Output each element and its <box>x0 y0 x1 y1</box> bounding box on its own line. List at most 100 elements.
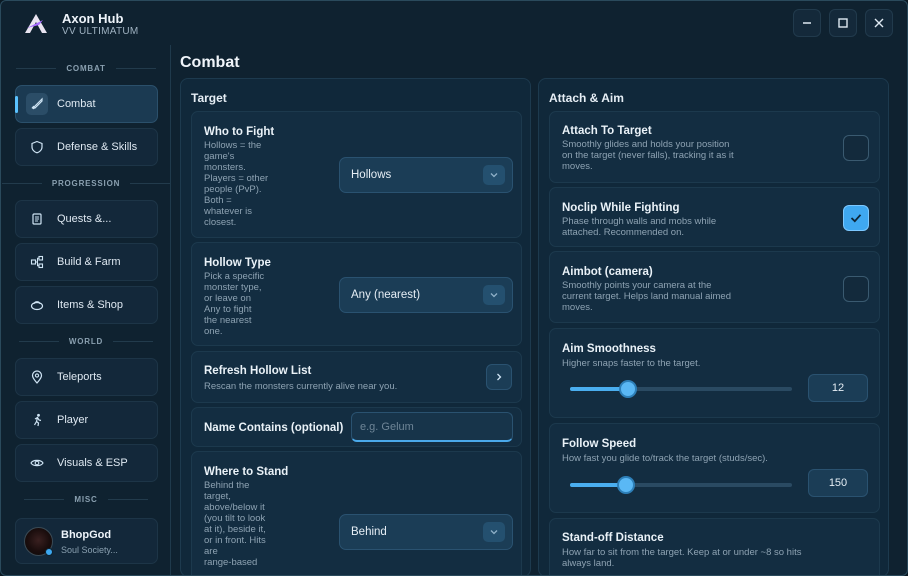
card-title: Where to Stand <box>204 466 289 478</box>
sidebar-item-label: Teleports <box>57 371 102 383</box>
minimize-button[interactable] <box>793 9 821 37</box>
sidebar-item-label: Items & Shop <box>57 299 124 311</box>
app-window: Axon Hub VV ULTIMATUM COMBAT Combat Defe… <box>0 0 908 576</box>
slider-handle[interactable] <box>619 380 637 398</box>
attach-to-target-card: Attach To Target Smoothly glides and hol… <box>549 111 880 183</box>
attach-to-target-checkbox[interactable] <box>843 135 869 161</box>
target-panel: Target Who to Fight Hollows = the game's … <box>180 78 531 575</box>
checkmark-icon <box>850 214 862 223</box>
panel-title: Target <box>191 91 227 105</box>
dropdown-value: Behind <box>351 526 387 538</box>
follow-speed-card: Follow Speed How fast you glide to/track… <box>549 423 880 513</box>
refresh-hollow-list-button[interactable] <box>486 364 512 390</box>
card-description: Rescan the monsters currently alive near… <box>204 381 398 392</box>
maximize-icon <box>838 18 848 28</box>
sidebar-item-combat[interactable]: Combat <box>15 85 158 123</box>
card-description: Higher snaps faster to the target. <box>562 358 701 369</box>
card-title: Refresh Hollow List <box>204 365 312 377</box>
card-description: How fast you glide to/track the target (… <box>562 453 768 464</box>
sidebar-item-defense-skills[interactable]: Defense & Skills <box>15 128 158 166</box>
panel-title: Attach & Aim <box>549 91 624 105</box>
running-icon <box>26 409 48 431</box>
chevron-down-icon <box>483 165 505 185</box>
card-title: Noclip While Fighting <box>562 202 680 214</box>
map-pin-icon <box>26 366 48 388</box>
app-subtitle: VV ULTIMATUM <box>62 26 139 37</box>
noclip-checkbox[interactable] <box>843 205 869 231</box>
bag-icon <box>26 294 48 316</box>
close-icon <box>874 18 884 28</box>
sidebar-item-items-shop[interactable]: Items & Shop <box>15 286 158 324</box>
card-title: Stand-off Distance <box>562 532 664 544</box>
user-subtitle: Soul Society... <box>61 545 118 555</box>
dropdown-value: Hollows <box>351 169 392 181</box>
app-logo-icon <box>25 14 47 33</box>
standoff-distance-card: Stand-off Distance How far to sit from t… <box>549 518 880 575</box>
sidebar-item-quests[interactable]: Quests &... <box>15 200 158 238</box>
aimbot-checkbox[interactable] <box>843 276 869 302</box>
card-description: Smoothly glides and holds your position o… <box>562 139 734 172</box>
slider-handle[interactable] <box>617 476 635 494</box>
card-title: Name Contains (optional) <box>204 422 344 434</box>
scroll-icon <box>26 208 48 230</box>
card-title: Attach To Target <box>562 125 652 137</box>
sword-icon <box>26 93 48 115</box>
follow-speed-value[interactable]: 150 <box>808 469 868 497</box>
sidebar-item-build-farm[interactable]: Build & Farm <box>15 243 158 281</box>
sidebar-item-label: Defense & Skills <box>57 141 138 153</box>
title-bar: Axon Hub VV ULTIMATUM <box>1 1 907 45</box>
aim-smoothness-value[interactable]: 12 <box>808 374 868 402</box>
sidebar-item-visuals-esp[interactable]: Visuals & ESP <box>15 444 158 482</box>
sidebar-section-combat: COMBAT <box>1 64 171 73</box>
follow-speed-slider[interactable] <box>570 476 792 494</box>
card-description: Hollows = the game's monsters. Players = o… <box>204 140 269 228</box>
aim-smoothness-slider[interactable] <box>570 380 792 398</box>
attach-aim-panel: Attach & Aim Attach To Target Smoothly g… <box>538 78 889 575</box>
card-title: Follow Speed <box>562 438 637 450</box>
sidebar-item-label: Quests &... <box>57 213 112 225</box>
sidebar: COMBAT Combat Defense & Skills PROGRESSI… <box>1 45 171 575</box>
sidebar-item-player[interactable]: Player <box>15 401 158 439</box>
card-description: Smoothly points your camera at the curren… <box>562 280 731 313</box>
where-to-stand-card: Where to Stand Behind the target, above/b… <box>191 451 522 575</box>
sidebar-item-label: Combat <box>57 98 96 110</box>
user-name: BhopGod <box>61 529 112 541</box>
maximize-button[interactable] <box>829 9 857 37</box>
sidebar-item-label: Player <box>57 414 89 426</box>
where-to-stand-dropdown[interactable]: Behind <box>339 514 513 550</box>
online-status-dot <box>45 548 53 556</box>
card-description: Behind the target, above/below it (you til… <box>204 480 266 568</box>
sidebar-section-progression: PROGRESSION <box>1 179 171 188</box>
card-description: Phase through walls and mobs while attach… <box>562 216 717 238</box>
name-contains-input[interactable] <box>351 412 513 442</box>
aim-smoothness-card: Aim Smoothness Higher snaps faster to th… <box>549 328 880 418</box>
dropdown-value: Any (nearest) <box>351 289 421 301</box>
sidebar-item-label: Build & Farm <box>57 256 121 268</box>
close-button[interactable] <box>865 9 893 37</box>
card-title: Hollow Type <box>204 257 271 269</box>
card-description: Pick a specific monster type, or leave on… <box>204 271 265 337</box>
card-title: Aimbot (camera) <box>562 266 653 278</box>
hollow-type-card: Hollow Type Pick a specific monster type,… <box>191 242 522 346</box>
page-title: Combat <box>180 54 240 71</box>
user-profile-card[interactable]: BhopGod Soul Society... <box>15 518 158 564</box>
eye-icon <box>26 452 48 474</box>
shield-icon <box>26 136 48 158</box>
card-description: How far to sit from the target. Keep at … <box>562 547 802 569</box>
hollow-type-dropdown[interactable]: Any (nearest) <box>339 277 513 313</box>
sidebar-item-label: Visuals & ESP <box>57 457 128 469</box>
chevron-down-icon <box>483 522 505 542</box>
nodes-icon <box>26 251 48 273</box>
sidebar-section-world: WORLD <box>1 337 171 346</box>
card-title: Aim Smoothness <box>562 343 656 355</box>
who-to-fight-card: Who to Fight Hollows = the game's monster… <box>191 111 522 238</box>
sidebar-section-misc: MISC <box>1 495 171 504</box>
who-to-fight-dropdown[interactable]: Hollows <box>339 157 513 193</box>
chevron-down-icon <box>483 285 505 305</box>
chevron-right-icon <box>497 373 502 381</box>
name-contains-card: Name Contains (optional) <box>191 407 522 447</box>
sidebar-item-teleports[interactable]: Teleports <box>15 358 158 396</box>
refresh-hollow-list-card[interactable]: Refresh Hollow List Rescan the monsters … <box>191 351 522 403</box>
card-title: Who to Fight <box>204 126 275 138</box>
app-title: Axon Hub <box>62 11 124 26</box>
